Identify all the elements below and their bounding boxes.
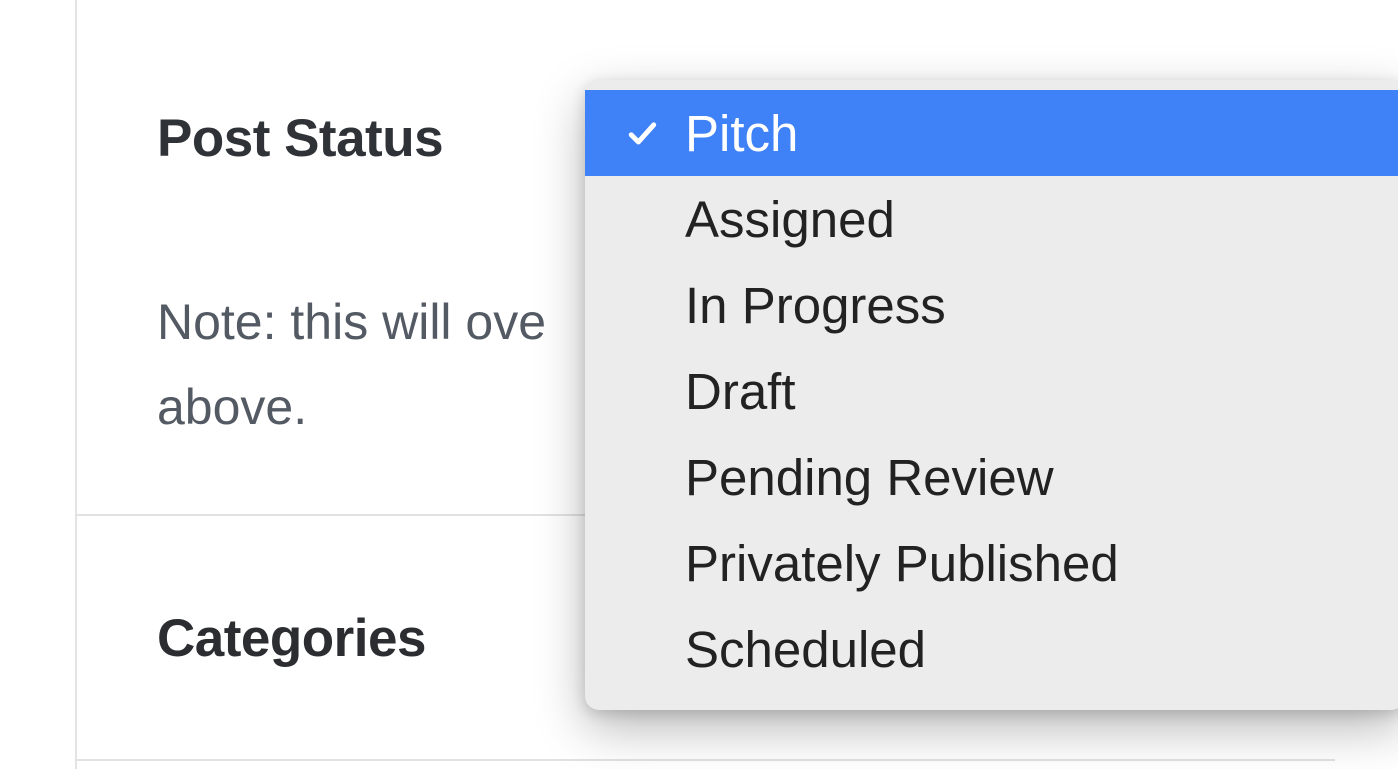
dropdown-item-scheduled[interactable]: Scheduled (585, 606, 1398, 692)
post-status-note: Note: this will ove above. (157, 280, 546, 450)
dropdown-item-pending-review[interactable]: Pending Review (585, 434, 1398, 520)
note-line-1: Note: this will ove (157, 294, 546, 350)
dropdown-item-label: Privately Published (685, 534, 1119, 593)
dropdown-item-assigned[interactable]: Assigned (585, 176, 1398, 262)
dropdown-item-label: Pitch (685, 104, 798, 163)
note-line-2: above. (157, 379, 307, 435)
dropdown-item-label: Draft (685, 362, 796, 421)
post-status-label: Post Status (157, 108, 443, 169)
dropdown-item-draft[interactable]: Draft (585, 348, 1398, 434)
dropdown-item-privately-published[interactable]: Privately Published (585, 520, 1398, 606)
dropdown-item-label: Assigned (685, 190, 895, 249)
dropdown-item-label: In Progress (685, 276, 946, 335)
dropdown-item-in-progress[interactable]: In Progress (585, 262, 1398, 348)
dropdown-item-label: Scheduled (685, 620, 926, 679)
check-icon (621, 112, 663, 154)
dropdown-item-pitch[interactable]: Pitch (585, 90, 1398, 176)
categories-label: Categories (157, 608, 426, 669)
post-status-dropdown[interactable]: Pitch Assigned In Progress Draft Pending… (585, 80, 1398, 710)
dropdown-item-label: Pending Review (685, 448, 1054, 507)
